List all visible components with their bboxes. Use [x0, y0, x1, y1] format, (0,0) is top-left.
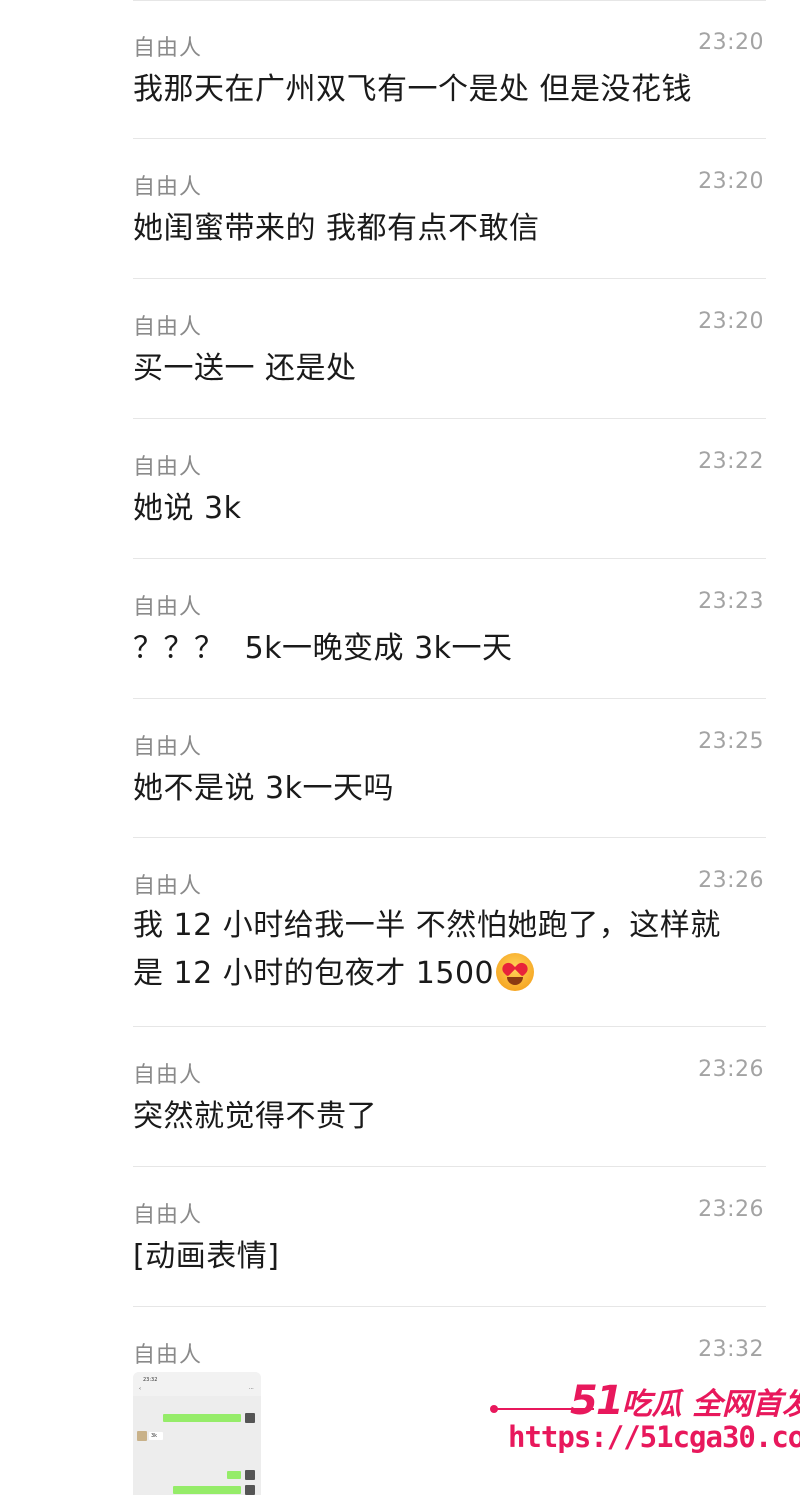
thumbnail-bubble-text: 3k: [151, 1433, 158, 1439]
message-time: 23:26: [698, 1057, 764, 1082]
thumbnail-avatar: [245, 1470, 255, 1480]
message-item[interactable]: 自由人 23:25 她不是说 3k一天吗: [133, 699, 766, 838]
thumbnail-bubble: [227, 1471, 241, 1479]
sender-name: 自由人: [133, 36, 203, 61]
message-time: 23:20: [698, 309, 764, 334]
message-time: 23:26: [698, 868, 764, 893]
message-time: 23:23: [698, 589, 764, 614]
thumbnail-bubble: [163, 1414, 241, 1422]
message-text: 我 12 小时给我一半 不然怕她跑了，这样就是 12 小时的包夜才 1500: [133, 908, 721, 991]
message-text: 突然就觉得不贵了: [133, 1099, 377, 1134]
message-text-wrap: 我 12 小时给我一半 不然怕她跑了，这样就是 12 小时的包夜才 1500: [133, 902, 743, 998]
message-time: 23:20: [698, 30, 764, 55]
message-item[interactable]: 自由人 23:20 我那天在广州双飞有一个是处 但是没花钱: [133, 0, 766, 139]
sender-name: 自由人: [133, 455, 203, 480]
watermark-brand-number: 51: [570, 1378, 624, 1424]
message-item[interactable]: 自由人 23:26 突然就觉得不贵了: [133, 1027, 766, 1167]
message-text: 我那天在广州双飞有一个是处 但是没花钱: [133, 72, 693, 107]
thumbnail-avatar: [245, 1413, 255, 1423]
message-text: 她不是说 3k一天吗: [133, 771, 394, 806]
watermark-brand-text: 吃瓜 全网首发: [621, 1387, 800, 1422]
thumbnail-more-icon: ···: [249, 1386, 254, 1392]
sender-name: 自由人: [133, 315, 203, 340]
sender-name: 自由人: [133, 735, 203, 760]
thumbnail-back-icon: ‹: [139, 1386, 141, 1392]
message-time: 23:22: [698, 449, 764, 474]
message-text: 买一送一 还是处: [133, 351, 357, 386]
message-item[interactable]: 自由人 23:23 ？？？ 5k一晚变成 3k一天: [133, 559, 766, 699]
watermark-brand: 51吃瓜 全网首发: [570, 1378, 800, 1424]
message-item[interactable]: 自由人 23:20 买一送一 还是处: [133, 279, 766, 419]
message-text: 她说 3k: [133, 491, 242, 526]
message-time: 23:32: [698, 1337, 764, 1362]
emoji-mouth: [507, 977, 524, 985]
message-text: ？？？ 5k一晚变成 3k一天: [133, 631, 513, 666]
thumbnail-status-bar: [133, 1372, 261, 1396]
sender-name: 自由人: [133, 1063, 203, 1088]
sender-name: 自由人: [133, 1203, 203, 1228]
sender-name: 自由人: [133, 874, 203, 899]
message-time: 23:26: [698, 1197, 764, 1222]
message-item[interactable]: 自由人 23:22 她说 3k: [133, 419, 766, 559]
sender-name: 自由人: [133, 175, 203, 200]
message-text: 她闺蜜带来的 我都有点不敢信: [133, 211, 540, 246]
thumbnail-avatar: [245, 1485, 255, 1495]
watermark-url: https://51cga30.com: [508, 1420, 800, 1454]
message-item[interactable]: 自由人 23:26 我 12 小时给我一半 不然怕她跑了，这样就是 12 小时的…: [133, 838, 766, 1027]
heart-eyes-emoji-icon: [496, 953, 535, 991]
message-item[interactable]: 自由人 23:26 [动画表情]: [133, 1167, 766, 1307]
message-time: 23:20: [698, 169, 764, 194]
thumbnail-status-time: 23:32: [143, 1377, 158, 1383]
message-item[interactable]: 自由人 23:20 她闺蜜带来的 我都有点不敢信: [133, 139, 766, 279]
screenshot-thumbnail[interactable]: 23:32 ‹ ··· 3k: [133, 1372, 261, 1495]
message-time: 23:25: [698, 729, 764, 754]
message-text: [动画表情]: [133, 1239, 280, 1274]
thumbnail-avatar: [137, 1431, 147, 1441]
sender-name: 自由人: [133, 1343, 203, 1368]
sender-name: 自由人: [133, 595, 203, 620]
thumbnail-bubble: [173, 1486, 241, 1494]
